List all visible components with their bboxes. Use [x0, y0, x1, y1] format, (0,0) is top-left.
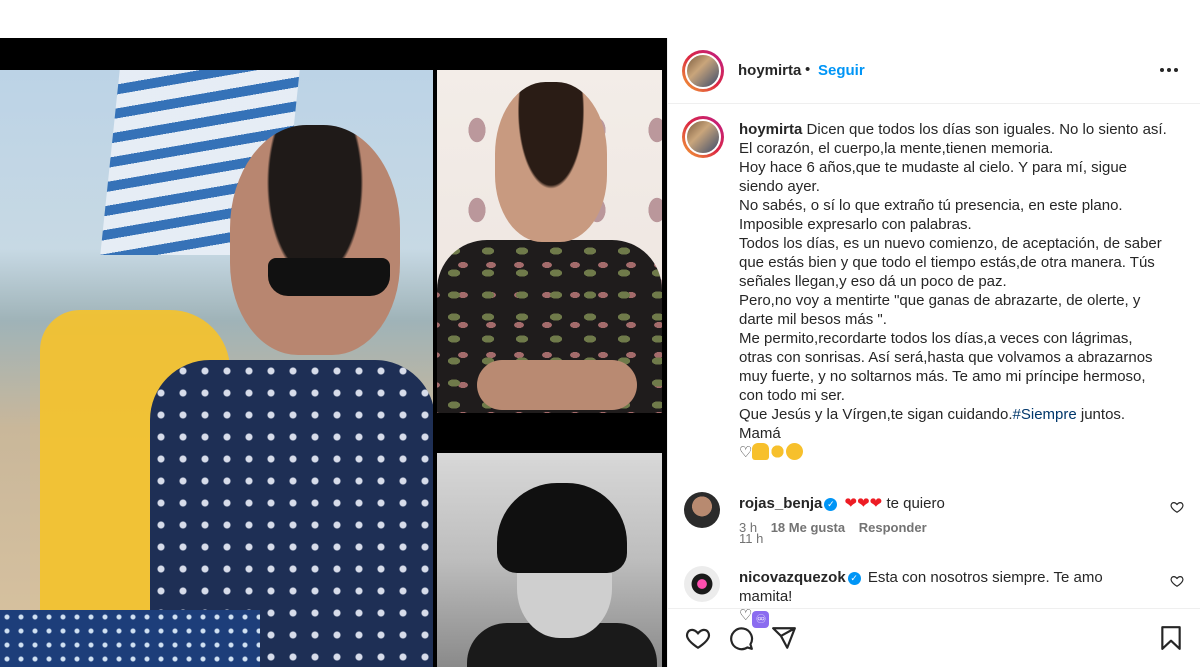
photo-young-man-arms-crossed — [437, 70, 662, 413]
post-header: hoymirta • Seguir — [668, 38, 1200, 104]
comment-timestamp[interactable]: 3 h — [739, 520, 757, 535]
comment-avatar[interactable] — [684, 492, 720, 528]
comment-likes[interactable]: 18 Me gusta — [771, 520, 845, 535]
heart-emoji: ♡ — [739, 444, 753, 461]
bookmark-icon[interactable] — [1158, 625, 1184, 651]
post-actions — [668, 608, 1200, 667]
caption-text: hoymirta Dicen que todos los días son ig… — [739, 120, 1169, 462]
comment-text: te quiero — [886, 495, 945, 512]
comment-meta: 3 h 18 Me gusta Responder — [739, 520, 937, 535]
hashtag-link[interactable]: #Siempre — [1013, 406, 1077, 423]
praying-hands-emoji — [769, 443, 787, 460]
caption-username[interactable]: hoymirta — [739, 121, 802, 138]
verified-badge-icon: ✓ — [824, 498, 838, 511]
post-sidebar: hoymirta • Seguir hoymirta Dicen que tod… — [667, 38, 1200, 667]
hearts-emoji: ❤❤❤ — [844, 495, 883, 512]
separator-dot: • — [805, 61, 811, 78]
caption-body: Dicen que todos los días son iguales. No… — [739, 121, 1167, 423]
post-media[interactable] — [0, 38, 667, 667]
photo-young-man-smiling-bw — [437, 453, 662, 667]
comment-avatar[interactable] — [684, 566, 720, 602]
caption-avatar[interactable] — [682, 116, 724, 158]
comment-username[interactable]: nicovazquezok — [739, 569, 846, 586]
header-username[interactable]: hoymirta — [738, 62, 801, 79]
follow-button[interactable]: Seguir — [818, 62, 865, 79]
more-icon — [1160, 68, 1178, 72]
avatar[interactable] — [682, 50, 724, 92]
comment-body: rojas_benja ✓ ❤❤❤ te quiero — [739, 494, 1159, 513]
comment-like-icon[interactable] — [1170, 500, 1184, 514]
share-icon[interactable] — [771, 625, 797, 651]
comment-icon[interactable] — [728, 625, 754, 651]
kissing-face-emoji — [786, 443, 804, 460]
photo-beach-man-sunglasses — [0, 70, 433, 667]
raising-hands-emoji — [752, 443, 770, 460]
comment-like-icon[interactable] — [1170, 574, 1184, 588]
comment-username[interactable]: rojas_benja — [739, 495, 822, 512]
reply-button[interactable]: Responder — [859, 520, 927, 535]
heart-icon[interactable] — [685, 625, 711, 651]
verified-badge-icon: ✓ — [847, 572, 861, 585]
more-options-button[interactable] — [1156, 58, 1182, 82]
